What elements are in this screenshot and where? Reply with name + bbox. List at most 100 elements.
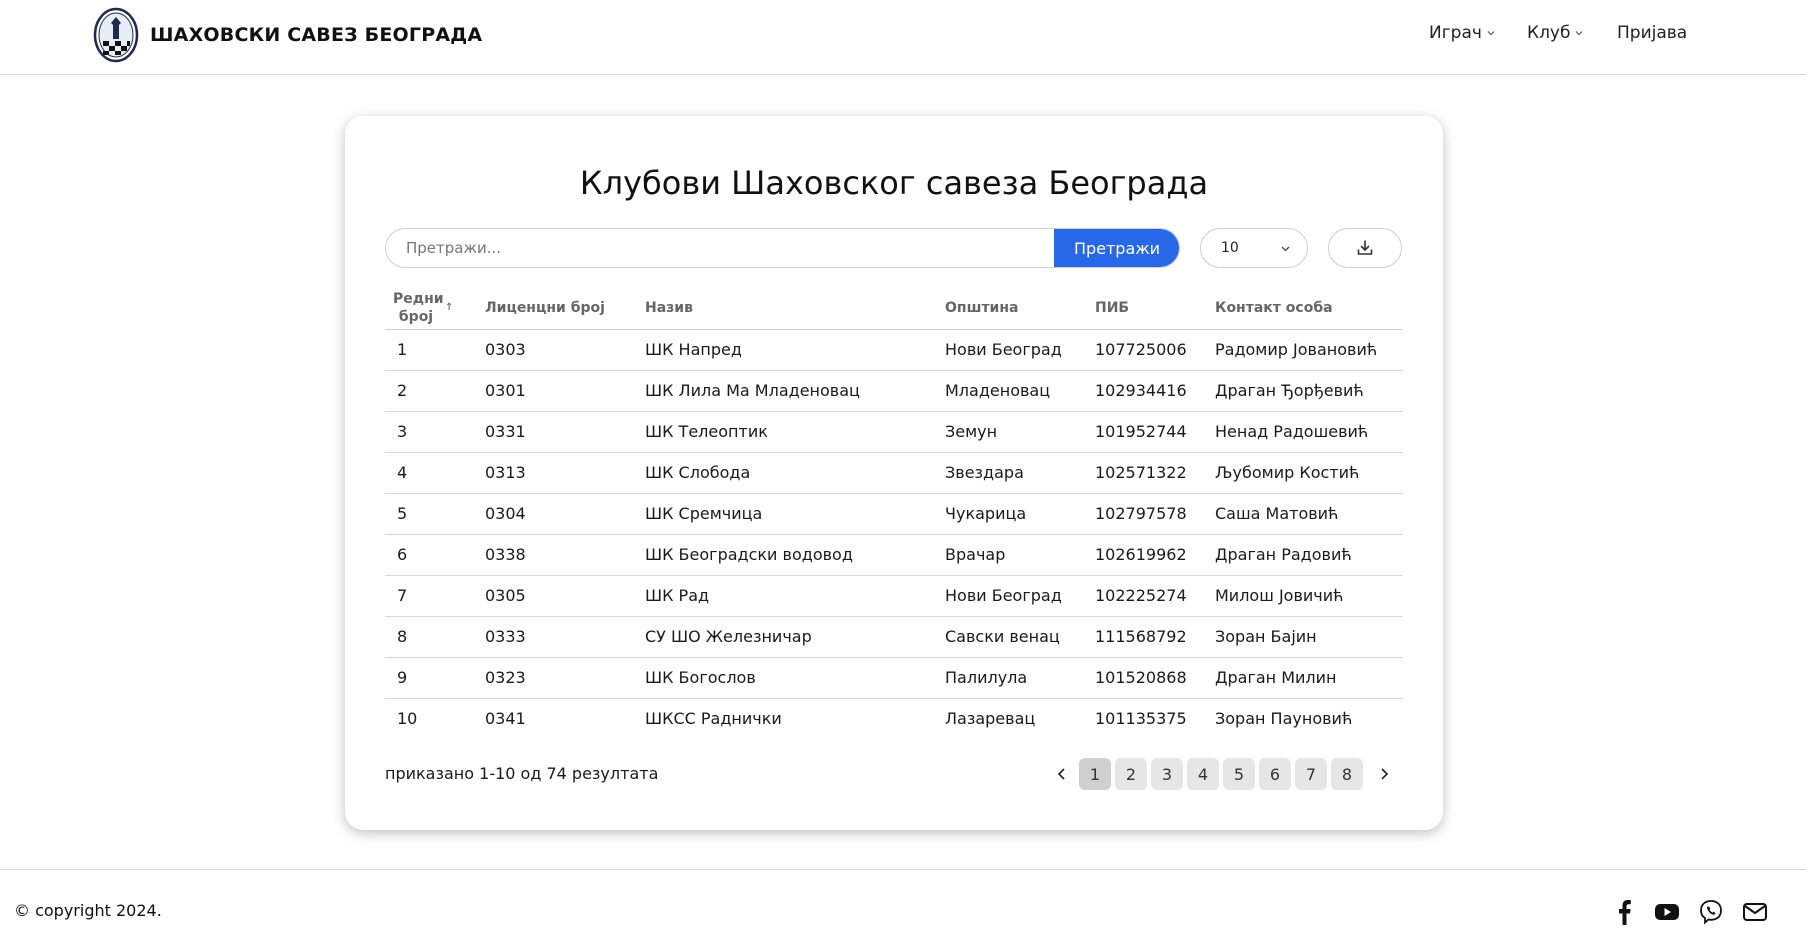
chess-federation-logo[interactable]: [93, 7, 139, 63]
table-row[interactable]: 1 0303 ШК Напред Нови Београд 107725006 Радом…: [385, 330, 1403, 371]
previous-page-button[interactable]: [1051, 758, 1073, 790]
cell-municipality: Земун: [945, 422, 998, 441]
nav-login-label: Пријава: [1617, 23, 1688, 43]
clubs-card: Клубови Шаховског савеза Београда Претра…: [345, 116, 1443, 830]
cell-ordinal: 3: [397, 422, 408, 441]
sort-ascending-icon: ↑: [445, 302, 454, 313]
cell-pib: 101520868: [1095, 668, 1187, 687]
cell-club-name: ШКСС Раднички: [645, 709, 782, 728]
page-button-2[interactable]: 2: [1115, 758, 1147, 790]
page-numbers: 12345678: [1079, 758, 1367, 790]
chevron-down-icon: [1576, 31, 1583, 36]
copyright-text: © copyright 2024.: [14, 901, 162, 920]
cell-ordinal: 4: [397, 463, 408, 482]
site-header: ШАХОВСКИ САВЕЗ БЕОГРАДА Играч Клуб Прија…: [0, 0, 1806, 75]
next-page-button[interactable]: [1373, 758, 1395, 790]
cell-contact: Милош Јовичић: [1215, 586, 1344, 605]
cell-club-name: ШК Богослов: [645, 668, 756, 687]
page-button-1[interactable]: 1: [1079, 758, 1111, 790]
page-size-value: 10: [1221, 240, 1239, 256]
column-header-municipality[interactable]: Општина: [945, 286, 1019, 330]
cell-contact: Зоран Пауновић: [1215, 709, 1353, 728]
table-row[interactable]: 4 0313 ШК Слобода Звездара 102571322 Љубомир …: [385, 453, 1403, 494]
cell-municipality: Палилула: [945, 668, 1028, 687]
cell-municipality: Врачар: [945, 545, 1006, 564]
mail-icon: [1743, 903, 1767, 921]
cell-municipality: Звездара: [945, 463, 1024, 482]
email-link[interactable]: [1741, 898, 1769, 926]
table-row[interactable]: 2 0301 ШК Лила Ма Младеновац Младеновац 1029…: [385, 371, 1403, 412]
facebook-link[interactable]: [1610, 898, 1638, 926]
chevron-right-icon: [1381, 768, 1389, 780]
nav-club-menu[interactable]: Клуб: [1527, 23, 1584, 43]
page-title: Клубови Шаховског савеза Београда: [579, 164, 1209, 202]
cell-license: 0338: [485, 545, 526, 564]
cell-ordinal: 7: [397, 586, 408, 605]
column-header-license[interactable]: Лиценцни број: [485, 286, 605, 330]
cell-pib: 102934416: [1095, 381, 1187, 400]
table-row[interactable]: 9 0323 ШК Богослов Палилула 101520868 Драган …: [385, 658, 1403, 699]
cell-ordinal: 10: [397, 709, 418, 728]
table-row[interactable]: 8 0333 СУ ШО Железничар Савски венац 1115687…: [385, 617, 1403, 658]
cell-club-name: ШК Сремчица: [645, 504, 763, 523]
search-bar: Претражи: [385, 228, 1180, 268]
cell-license: 0305: [485, 586, 526, 605]
search-button[interactable]: Претражи: [1054, 229, 1179, 267]
site-footer: © copyright 2024.: [0, 869, 1806, 938]
cell-license: 0323: [485, 668, 526, 687]
cell-club-name: ШК Рад: [645, 586, 710, 605]
table-row[interactable]: 10 0341 ШКСС Раднички Лазаревац 101135375 Зор…: [385, 699, 1403, 740]
table-row[interactable]: 3 0331 ШК Телеоптик Земун 101952744 Ненад Рад…: [385, 412, 1403, 453]
search-input[interactable]: [386, 229, 1056, 267]
viber-icon: [1700, 900, 1722, 925]
page-button-4[interactable]: 4: [1187, 758, 1219, 790]
nav-club-label: Клуб: [1527, 23, 1571, 43]
viber-link[interactable]: [1697, 898, 1725, 926]
nav-player-label: Играч: [1429, 23, 1482, 43]
cell-club-name: ШК Лила Ма Младеновац: [645, 381, 860, 400]
cell-ordinal: 5: [397, 504, 408, 523]
table-row[interactable]: 6 0338 ШК Београдски водовод Врачар 10261996…: [385, 535, 1403, 576]
cell-pib: 102225274: [1095, 586, 1187, 605]
table-row[interactable]: 5 0304 ШК Сремчица Чукарица 102797578 Саша Ма…: [385, 494, 1403, 535]
table-row[interactable]: 7 0305 ШК Рад Нови Београд 102225274 Милош Јо…: [385, 576, 1403, 617]
cell-contact: Ненад Радошевић: [1215, 422, 1369, 441]
cell-pib: 101952744: [1095, 422, 1187, 441]
column-header-contact[interactable]: Контакт особа: [1215, 286, 1333, 330]
page-button-8[interactable]: 8: [1331, 758, 1363, 790]
cell-contact: Драган Ђорђевић: [1215, 381, 1364, 400]
cell-municipality: Нови Београд: [945, 586, 1062, 605]
cell-ordinal: 9: [397, 668, 408, 687]
result-info: приказано 1-10 од 74 резултата: [385, 764, 659, 783]
cell-ordinal: 1: [397, 340, 408, 359]
cell-ordinal: 2: [397, 381, 408, 400]
download-button[interactable]: [1328, 228, 1402, 268]
brand-title[interactable]: ШАХОВСКИ САВЕЗ БЕОГРАДА: [150, 24, 482, 46]
chevron-down-icon: [1487, 31, 1495, 36]
cell-ordinal: 6: [397, 545, 408, 564]
column-header-ordinal[interactable]: Редни број ↑: [393, 286, 463, 330]
cell-club-name: СУ ШО Железничар: [645, 627, 812, 646]
table-body: 1 0303 ШК Напред Нови Београд 107725006 Радом…: [385, 330, 1403, 740]
cell-pib: 102797578: [1095, 504, 1187, 523]
page-size-select[interactable]: 10: [1200, 228, 1308, 268]
page-button-6[interactable]: 6: [1259, 758, 1291, 790]
youtube-link[interactable]: [1653, 898, 1681, 926]
nav-player-menu[interactable]: Играч: [1429, 23, 1496, 43]
cell-license: 0301: [485, 381, 526, 400]
cell-pib: 102571322: [1095, 463, 1187, 482]
clubs-table: Редни број ↑ Лиценцни број Назив Општина…: [385, 286, 1403, 740]
column-header-name[interactable]: Назив: [645, 286, 693, 330]
cell-license: 0333: [485, 627, 526, 646]
cell-license: 0313: [485, 463, 526, 482]
cell-pib: 111568792: [1095, 627, 1187, 646]
page-button-7[interactable]: 7: [1295, 758, 1327, 790]
cell-municipality: Младеновац: [945, 381, 1051, 400]
nav-login-link[interactable]: Пријава: [1617, 23, 1687, 43]
cell-contact: Љубомир Костић: [1215, 463, 1360, 482]
page-button-3[interactable]: 3: [1151, 758, 1183, 790]
page-button-5[interactable]: 5: [1223, 758, 1255, 790]
download-icon: [1357, 240, 1373, 255]
cell-club-name: ШК Слобода: [645, 463, 751, 482]
column-header-pib[interactable]: ПИБ: [1095, 286, 1129, 330]
